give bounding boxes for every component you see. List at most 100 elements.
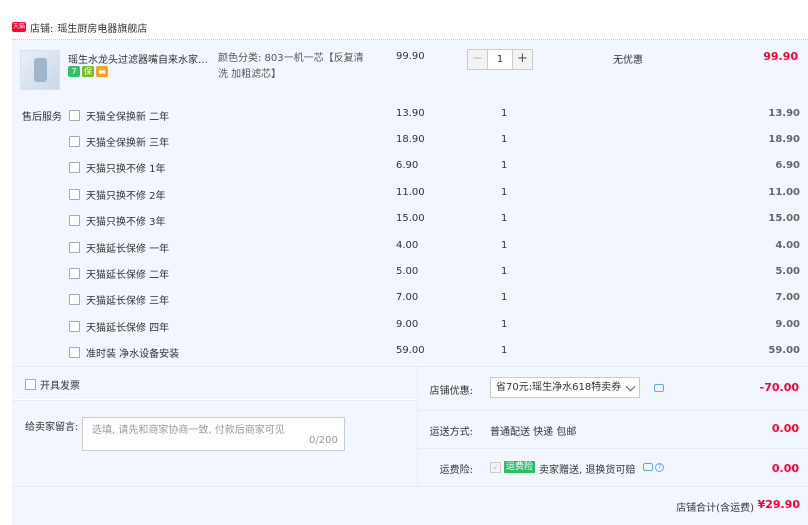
product-title[interactable]: 瑶生水龙头过滤器嘴自来水家用... — [68, 51, 213, 66]
service-name[interactable]: 天猫全保换新 二年 — [86, 108, 169, 123]
service-total: 4.00 — [775, 240, 800, 251]
insurance-desc: 卖家赠送, 退换货可赔 — [539, 465, 636, 476]
service-price: 18.90 — [396, 134, 425, 145]
service-name[interactable]: 天猫全保换新 三年 — [86, 134, 169, 149]
service-price: 15.00 — [396, 213, 425, 224]
service-checkbox[interactable] — [69, 215, 80, 226]
coupon-select[interactable]: 省70元:瑶生净水618特卖券 — [490, 377, 640, 398]
service-quantity: 1 — [501, 213, 508, 224]
coupon-selected: 省70元:瑶生净水618特卖券 — [496, 382, 622, 393]
service-name[interactable]: 天猫延长保修 三年 — [86, 292, 169, 307]
product-promo: 无优惠 — [613, 55, 643, 66]
service-quantity: 1 — [501, 292, 508, 303]
shipping-section — [417, 410, 808, 448]
guarantee-icon[interactable]: 保 — [82, 66, 94, 77]
service-name[interactable]: 天猫只换不修 3年 — [86, 213, 166, 228]
service-name[interactable]: 准时装 净水设备安装 — [86, 345, 179, 360]
insurance-checkbox[interactable]: ✓ — [490, 462, 501, 473]
service-row: 天猫只换不修 2年 11.00 1 11.00 — [0, 187, 808, 207]
service-name[interactable]: 天猫延长保修 四年 — [86, 319, 169, 334]
service-row: 天猫只换不修 3年 15.00 1 15.00 — [0, 213, 808, 233]
service-price: 4.00 — [396, 240, 419, 251]
service-name[interactable]: 天猫延长保修 一年 — [86, 240, 169, 255]
service-total: 7.00 — [775, 292, 800, 303]
tmall-shop-icon: 天猫 — [12, 22, 26, 32]
invoice-option[interactable]: 开具发票 — [25, 377, 80, 392]
chat-icon[interactable] — [643, 463, 653, 471]
service-quantity: 1 — [501, 345, 508, 356]
insurance-label: 运费险: — [439, 465, 473, 476]
help-icon[interactable]: ? — [655, 463, 664, 472]
product-total: 99.90 — [763, 50, 798, 63]
shipping-method: 普通配送 快递 包邮 — [490, 427, 577, 438]
service-checkbox[interactable] — [69, 189, 80, 200]
service-checkbox[interactable] — [69, 110, 80, 121]
service-price: 7.00 — [396, 292, 419, 303]
coupon-amount: -70.00 — [759, 381, 799, 394]
service-total: 5.00 — [775, 266, 800, 277]
service-total: 59.00 — [768, 345, 800, 356]
product-image[interactable] — [20, 50, 60, 90]
quantity-stepper: − 1 + — [467, 49, 533, 70]
message-placeholder: 选填, 请先和商家协商一致, 付款后商家可见 — [92, 425, 285, 436]
invoice-checkbox[interactable] — [25, 379, 36, 390]
message-label: 给卖家留言: — [25, 422, 79, 433]
service-price: 6.90 — [396, 160, 419, 171]
service-row: 天猫延长保修 一年 4.00 1 4.00 — [0, 240, 808, 260]
service-price: 9.00 — [396, 319, 419, 330]
shipping-amount: 0.00 — [771, 422, 799, 435]
service-quantity: 1 — [501, 108, 508, 119]
service-name[interactable]: 天猫只换不修 2年 — [86, 187, 166, 202]
service-quantity: 1 — [501, 319, 508, 330]
decrease-quantity-button[interactable]: − — [467, 49, 488, 70]
service-row: 准时装 净水设备安装 59.00 1 59.00 — [0, 345, 808, 365]
coupon-label: 店铺优惠: — [429, 386, 473, 397]
service-row: 天猫只换不修 1年 6.90 1 6.90 — [0, 160, 808, 180]
service-total: 13.90 — [768, 108, 800, 119]
service-row: 天猫全保换新 三年 18.90 1 18.90 — [0, 134, 808, 154]
service-quantity: 1 — [501, 266, 508, 277]
service-quantity: 1 — [501, 160, 508, 171]
service-checkbox[interactable] — [69, 294, 80, 305]
service-checkbox[interactable] — [69, 268, 80, 279]
insurance-tag: 运费险 — [504, 461, 536, 473]
service-row: 天猫延长保修 四年 9.00 1 9.00 — [0, 319, 808, 339]
shop-name-link[interactable]: 瑶生厨房电器旗舰店 — [57, 20, 147, 35]
service-name[interactable]: 天猫延长保修 二年 — [86, 266, 169, 281]
service-checkbox[interactable] — [69, 242, 80, 253]
seven-day-return-icon[interactable]: 7 — [68, 66, 80, 77]
shop-header: 天猫 店铺: 瑶生厨房电器旗舰店 — [12, 18, 147, 36]
service-name[interactable]: 天猫只换不修 1年 — [86, 160, 166, 175]
service-total: 15.00 — [768, 213, 800, 224]
chevron-down-icon — [625, 381, 636, 392]
service-checkbox[interactable] — [69, 136, 80, 147]
service-price: 5.00 — [396, 266, 419, 277]
increase-quantity-button[interactable]: + — [512, 49, 533, 70]
service-price: 13.90 — [396, 108, 425, 119]
service-row: 天猫全保换新 二年 13.90 1 13.90 — [0, 108, 808, 128]
service-quantity: 1 — [501, 187, 508, 198]
shop-total-label: 店铺合计(含运费) — [676, 503, 754, 514]
product-unit-price: 99.90 — [396, 51, 425, 62]
quantity-input[interactable]: 1 — [488, 49, 512, 70]
service-checkbox[interactable] — [69, 321, 80, 332]
service-row: 天猫延长保修 三年 7.00 1 7.00 — [0, 292, 808, 312]
service-quantity: 1 — [501, 240, 508, 251]
invoice-label: 开具发票 — [40, 381, 80, 392]
service-total: 9.00 — [775, 319, 800, 330]
service-total: 11.00 — [768, 187, 800, 198]
chat-icon[interactable] — [654, 384, 664, 392]
service-price: 11.00 — [396, 187, 425, 198]
service-checkbox[interactable] — [69, 162, 80, 173]
service-row: 天猫延长保修 二年 5.00 1 5.00 — [0, 266, 808, 286]
shop-label: 店铺: — [30, 23, 54, 35]
card-icon[interactable]: ▬ — [96, 66, 108, 77]
service-price: 59.00 — [396, 345, 425, 356]
message-char-count: 0/200 — [309, 435, 338, 446]
service-checkbox[interactable] — [69, 347, 80, 358]
shipping-label: 运送方式: — [429, 427, 473, 438]
product-sku: 颜色分类: 803一机一芯【反复清洗 加粗滤芯】 — [218, 53, 364, 80]
service-total: 6.90 — [775, 160, 800, 171]
insurance-amount: 0.00 — [771, 462, 799, 475]
product-badges: 7 保 ▬ — [68, 66, 108, 77]
